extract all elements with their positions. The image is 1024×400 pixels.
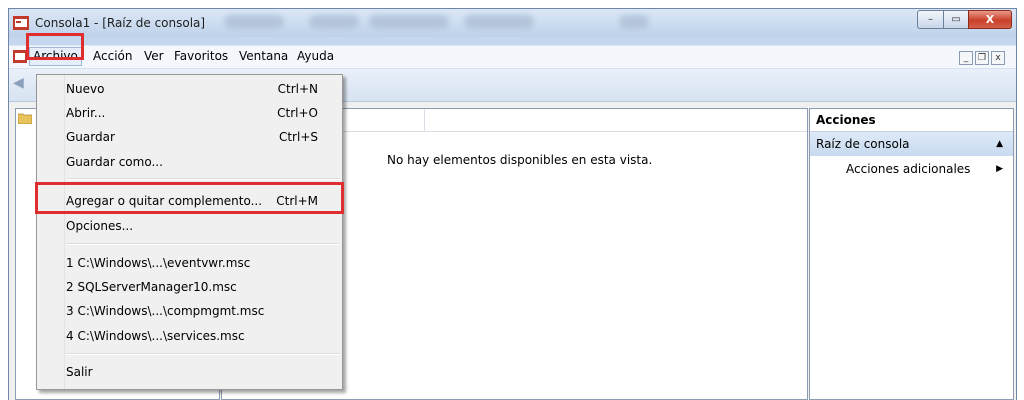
menu-item-nuevo[interactable]: Nuevo Ctrl+N [66,78,340,100]
maximize-icon: ▭ [951,14,961,25]
collapse-arrow-icon[interactable]: ▲ [996,132,1003,156]
menu-item-recent-1[interactable]: 1 C:\Windows\...\eventvwr.msc [66,252,340,274]
menu-separator [66,178,339,180]
mdi-close-icon: x [995,53,1001,63]
mmc-doc-icon [13,50,27,63]
mdi-minimize-icon: _ [963,53,969,63]
mdi-close-button[interactable]: x [991,51,1005,65]
menu-ventana[interactable]: Ventana [239,49,288,63]
menu-item-label: Guardar [66,130,115,144]
maximize-button[interactable]: ▭ [943,10,969,29]
menu-item-label: 1 C:\Windows\...\eventvwr.msc [66,256,251,270]
folder-icon [18,113,32,124]
menu-item-salir[interactable]: Salir [66,361,340,383]
menu-item-label: 4 C:\Windows\...\services.msc [66,329,245,343]
menu-item-recent-4[interactable]: 4 C:\Windows\...\services.msc [66,325,340,347]
mmc-app-icon [13,16,29,30]
window-title: Consola1 - [Raíz de consola] [35,16,206,30]
menu-item-shortcut: Ctrl+N [277,82,318,96]
menu-item-guardar-como[interactable]: Guardar como... [66,151,340,173]
menu-ayuda[interactable]: Ayuda [297,49,334,63]
menu-ver[interactable]: Ver [144,49,164,63]
menu-item-abrir[interactable]: Abrir... Ctrl+O [66,102,340,124]
mdi-restore-button[interactable]: ❐ [975,51,989,65]
menu-item-shortcut: Ctrl+S [278,130,318,144]
back-arrow-icon[interactable]: ◀ [13,75,29,91]
menu-item-label: Opciones... [66,219,134,233]
menu-separator [66,353,339,355]
more-actions-label: Acciones adicionales [846,162,971,176]
agregar-complemento-highlight-box [35,182,344,214]
menu-icon-gutter [37,75,65,389]
minimize-icon: – [928,14,933,25]
archivo-highlight-box [26,33,84,60]
more-actions-item[interactable]: Acciones adicionales ▶ [810,156,1013,182]
menu-item-label: Salir [66,365,93,379]
title-bar[interactable]: Consola1 - [Raíz de consola] – ▭ X [9,9,1016,37]
actions-pane: Acciones Raíz de consola ▲ Acciones adic… [809,108,1014,400]
mdi-minimize-button[interactable]: _ [959,51,973,65]
actions-group-raiz[interactable]: Raíz de consola ▲ [810,132,1013,156]
actions-header: Acciones [810,109,1013,132]
empty-view-message: No hay elementos disponibles en esta vis… [387,153,653,167]
blurred-title-region [369,15,449,29]
blurred-title-region [224,15,284,29]
menu-item-label: Abrir... [66,106,106,120]
blurred-title-region [464,15,534,29]
mdi-restore-icon: ❐ [977,53,987,63]
column-separator[interactable] [424,109,425,131]
actions-group-label: Raíz de consola [816,137,910,151]
menu-item-label: 3 C:\Windows\...\compmgmt.msc [66,304,265,318]
menu-favoritos[interactable]: Favoritos [174,49,228,63]
menu-item-guardar[interactable]: Guardar Ctrl+S [66,126,340,148]
menu-item-label: Guardar como... [66,155,163,169]
menu-item-label: Nuevo [66,82,105,96]
menu-bar: Archivo Acción Ver Favoritos Ventana Ayu… [9,45,1016,69]
menu-item-recent-3[interactable]: 3 C:\Windows\...\compmgmt.msc [66,300,340,322]
menu-separator [66,243,339,245]
menu-item-shortcut: Ctrl+O [277,106,318,120]
minimize-button[interactable]: – [917,10,944,29]
file-menu-dropdown: Nuevo Ctrl+N Abrir... Ctrl+O Guardar Ctr… [36,74,343,390]
blurred-title-region [619,15,649,29]
menu-item-opciones[interactable]: Opciones... [66,215,340,237]
menu-item-label: 2 SQLServerManager10.msc [66,280,237,294]
menu-item-recent-2[interactable]: 2 SQLServerManager10.msc [66,276,340,298]
close-button[interactable]: X [968,10,1012,29]
menu-accion[interactable]: Acción [93,49,132,63]
close-icon: X [985,13,995,26]
blurred-title-region [309,15,359,29]
submenu-arrow-icon: ▶ [996,164,1003,174]
